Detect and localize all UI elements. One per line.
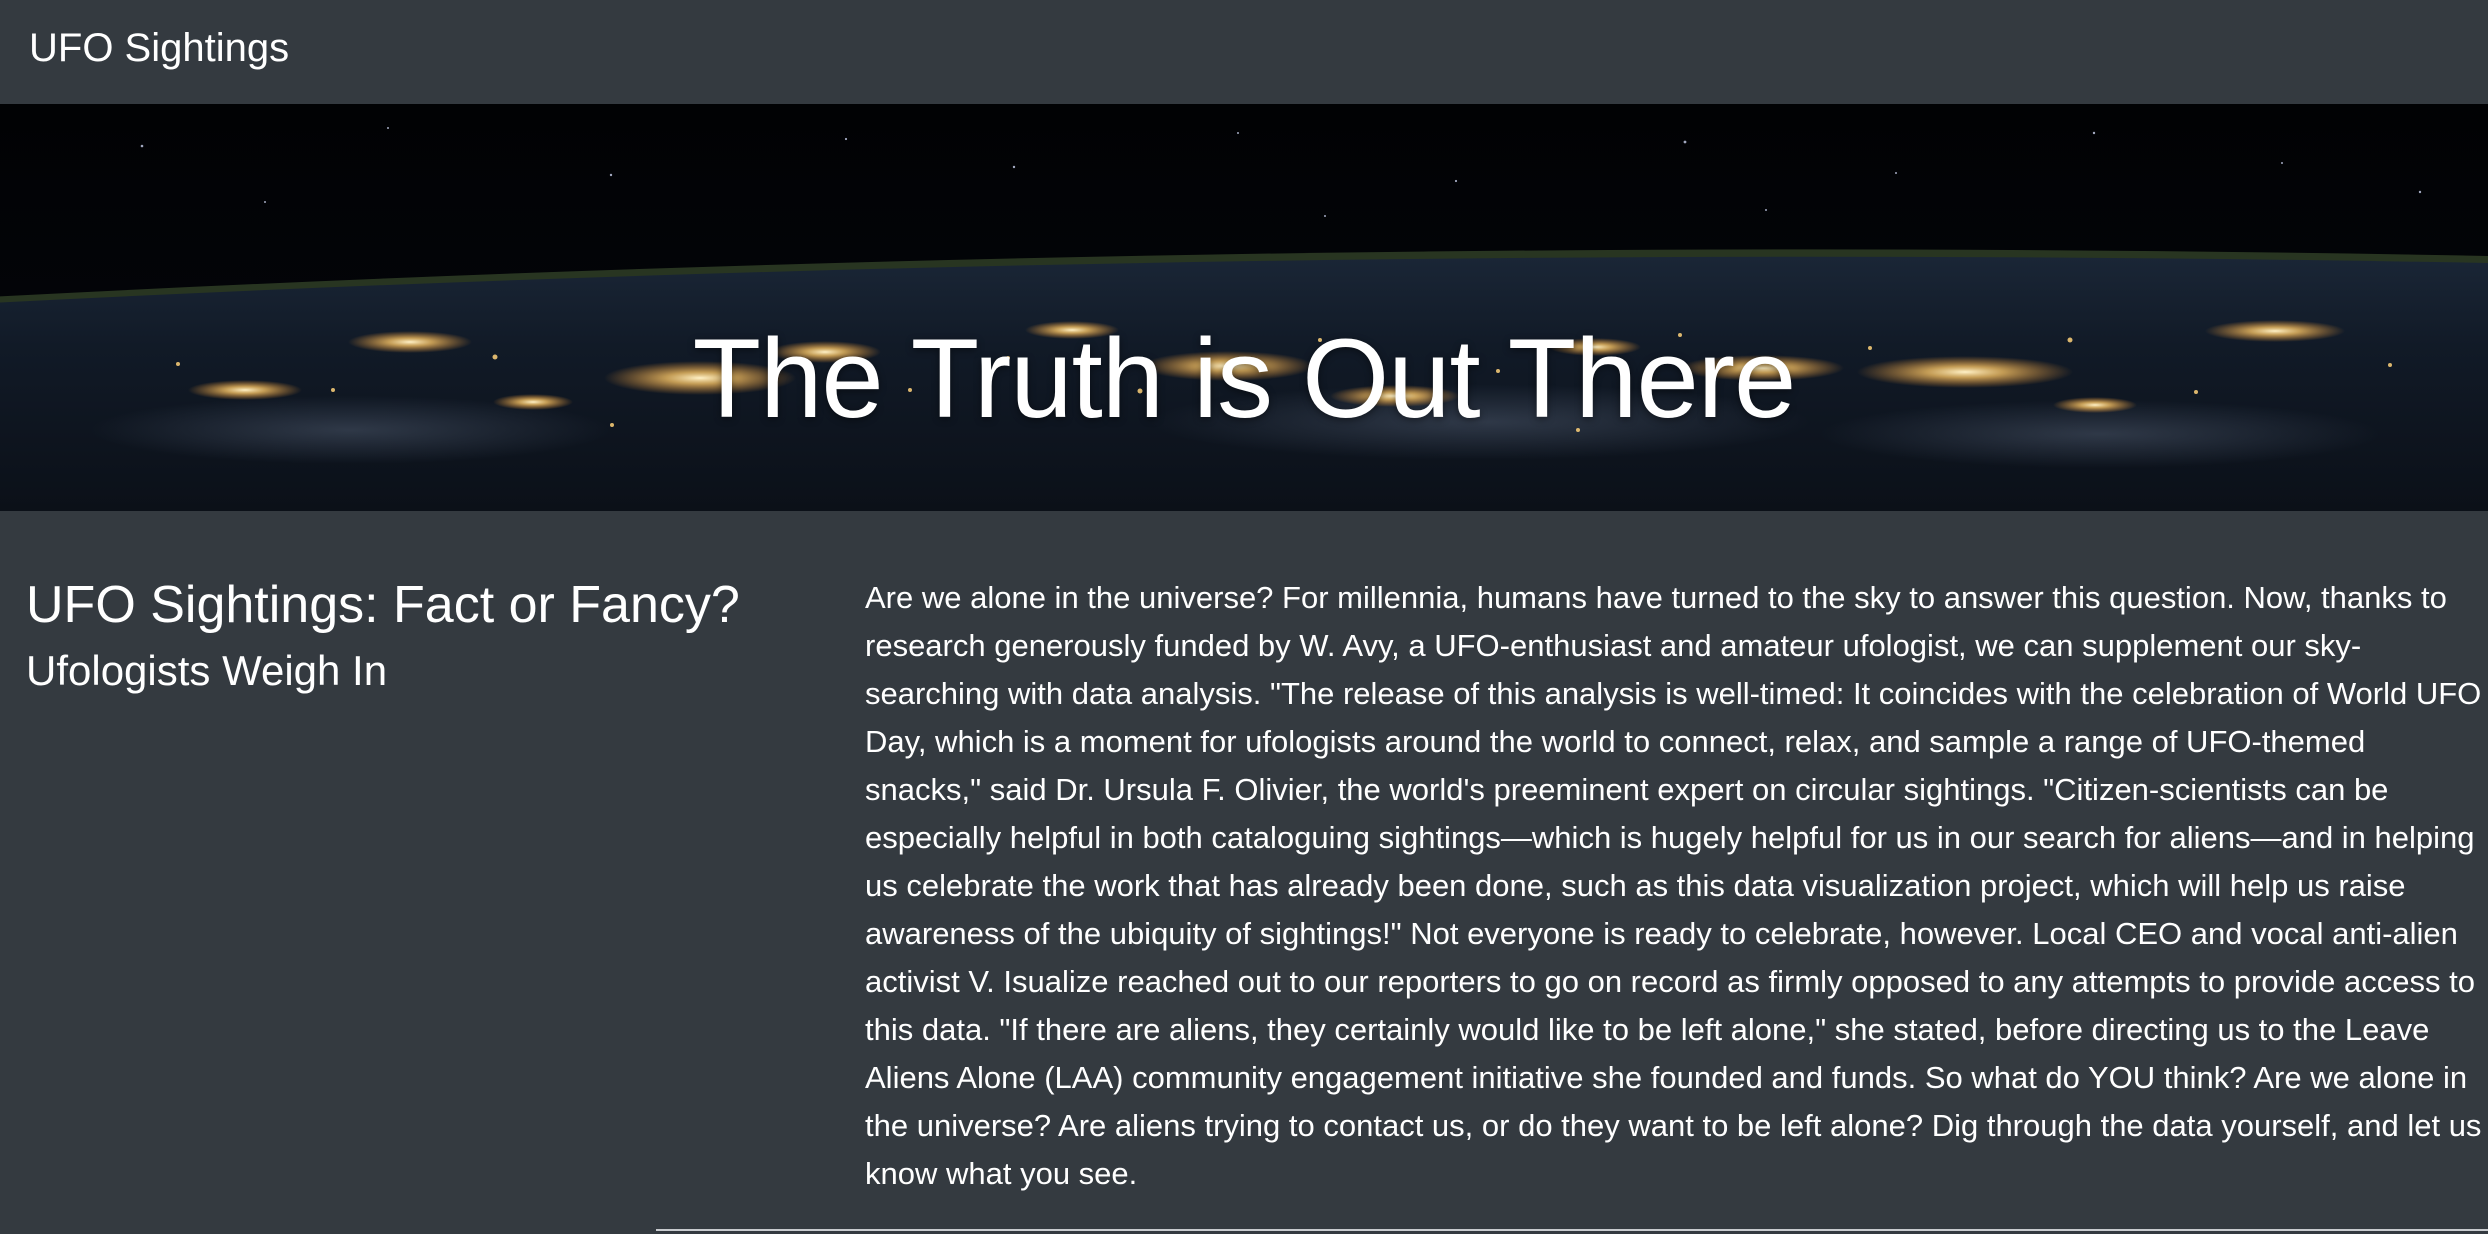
article-title: UFO Sightings: Fact or Fancy? xyxy=(26,576,740,634)
hero-banner: The Truth is Out There xyxy=(0,104,2488,511)
article-subtitle: Ufologists Weigh In xyxy=(26,647,388,694)
article-section: UFO Sightings: Fact or Fancy? Ufologists… xyxy=(0,511,2488,1234)
section-divider xyxy=(656,1229,2488,1231)
hero-title: The Truth is Out There xyxy=(692,316,1797,442)
navbar-brand-link[interactable]: UFO Sightings xyxy=(29,22,289,74)
navbar: UFO Sightings xyxy=(0,0,2488,104)
earth-night-image xyxy=(0,104,2488,511)
article-body: Are we alone in the universe? For millen… xyxy=(865,580,2482,1191)
